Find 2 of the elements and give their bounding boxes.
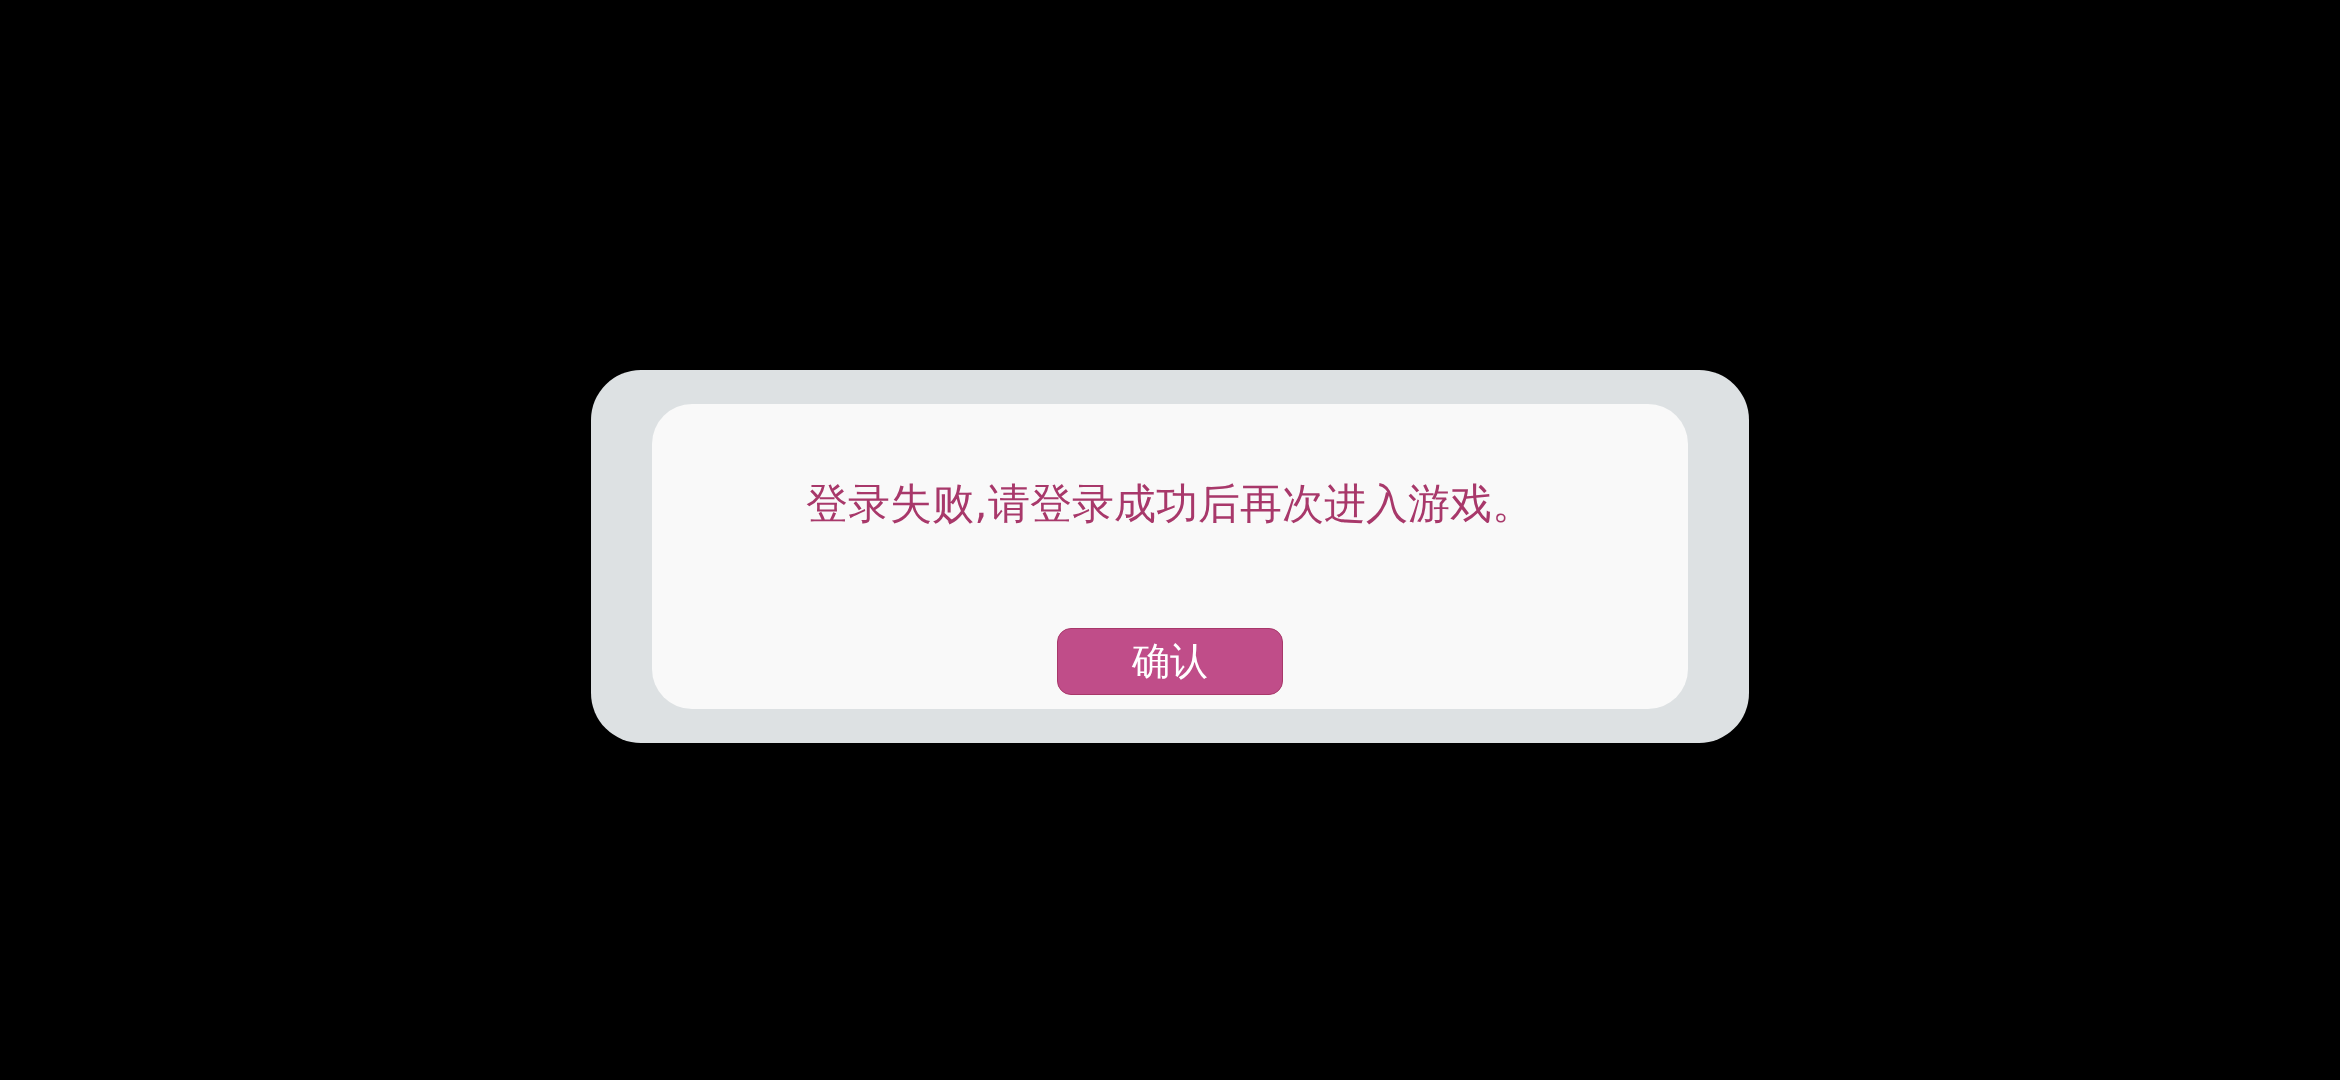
message-text: 登录失败,请登录成功后再次进入游戏。 <box>806 477 1534 530</box>
confirm-button[interactable]: 确认 <box>1057 627 1283 695</box>
